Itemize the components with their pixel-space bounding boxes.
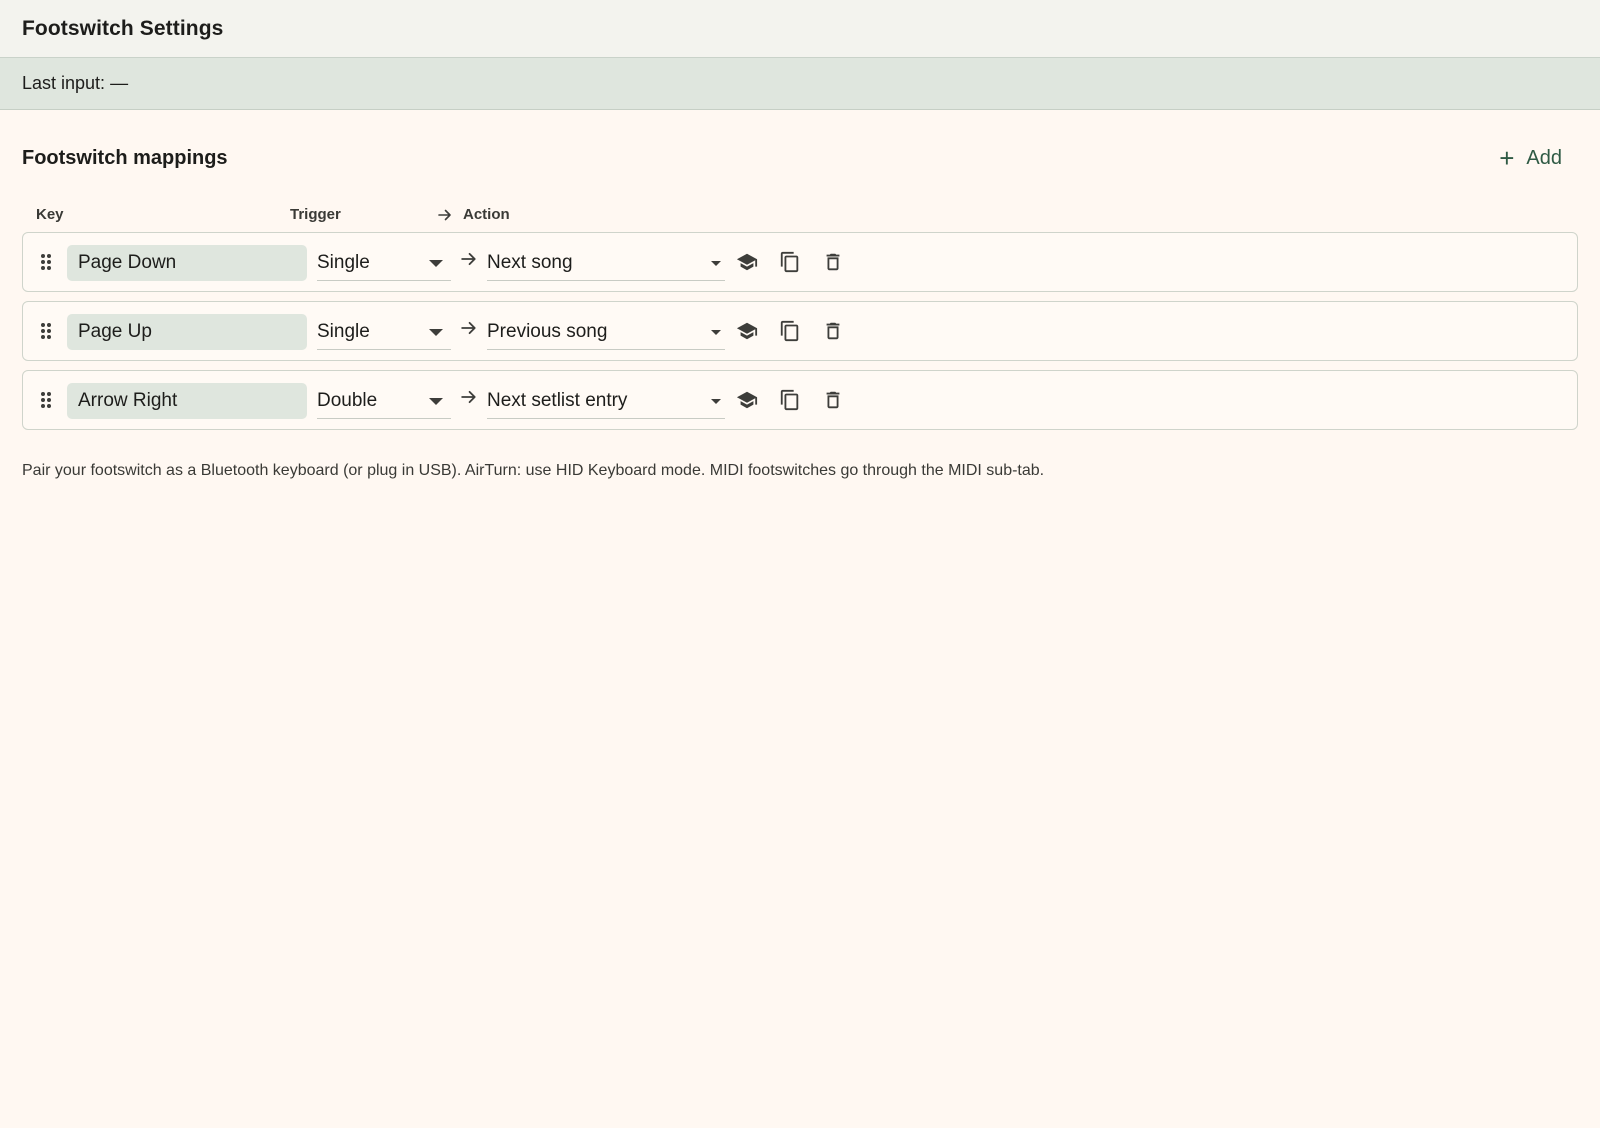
trigger-value: Double [317,390,378,411]
arrow-right-icon [438,206,452,227]
school-icon [736,322,758,340]
action-value: Next setlist entry [487,390,628,411]
drag-handle-icon[interactable] [39,322,53,340]
mapping-row: Page Up Single Previous song [22,301,1578,361]
chevron-down-icon [711,330,721,335]
trash-icon [826,322,840,340]
action-select[interactable]: Next song [487,245,725,281]
trigger-select[interactable]: Double [317,383,451,419]
trigger-select[interactable]: Single [317,314,451,350]
trash-icon [826,391,840,409]
school-icon [736,391,758,409]
arrow-right-icon [461,251,477,267]
section-title: Footswitch mappings [22,146,228,169]
chevron-down-icon [711,399,721,404]
duplicate-button[interactable] [779,251,801,273]
last-input-value: — [110,73,129,93]
main-content: Footswitch mappings + Add Key Trigger Ac… [0,110,1600,480]
arrow-right-icon [461,320,477,336]
action-value: Next song [487,252,573,273]
mapping-list: Page Down Single Next song Page Up Singl… [22,232,1578,430]
delete-button[interactable] [822,320,844,342]
plus-icon: + [1499,143,1515,173]
action-select[interactable]: Next setlist entry [487,383,725,419]
add-mapping-button[interactable]: + Add [1499,143,1562,173]
chevron-down-icon [429,260,443,267]
last-input-status: Last input: — [0,58,1600,110]
copy-icon [780,251,799,273]
chevron-down-icon [429,329,443,336]
key-field[interactable]: Page Up [67,314,307,350]
trigger-value: Single [317,252,370,273]
page-title: Footswitch Settings [22,16,224,40]
duplicate-button[interactable] [779,320,801,342]
key-field[interactable]: Arrow Right [67,383,307,419]
copy-icon [780,389,799,411]
trigger-value: Single [317,321,370,342]
drag-handle-icon[interactable] [39,391,53,409]
drag-handle-icon[interactable] [39,253,53,271]
copy-icon [780,320,799,342]
last-input-label: Last input: [22,73,106,93]
mapping-row: Page Down Single Next song [22,232,1578,292]
trigger-select[interactable]: Single [317,245,451,281]
arrow-right-icon [461,389,477,405]
mapping-row: Arrow Right Double Next setlist entry [22,370,1578,430]
duplicate-button[interactable] [779,389,801,411]
section-header: Footswitch mappings + Add [22,110,1578,206]
column-header-trigger: Trigger [290,206,341,223]
column-header-action: Action [463,206,510,223]
learn-key-button[interactable] [736,320,758,342]
learn-key-button[interactable] [736,251,758,273]
chevron-down-icon [711,261,721,266]
delete-button[interactable] [822,251,844,273]
column-headers: Key Trigger Action [22,206,1578,232]
chevron-down-icon [429,398,443,405]
help-text: Pair your footswitch as a Bluetooth keyb… [22,462,1045,479]
learn-key-button[interactable] [736,389,758,411]
school-icon [736,253,758,271]
delete-button[interactable] [822,389,844,411]
key-field[interactable]: Page Down [67,245,307,281]
trash-icon [826,253,840,271]
add-button-label: Add [1526,146,1562,169]
column-header-key: Key [36,206,64,223]
action-value: Previous song [487,321,608,342]
action-select[interactable]: Previous song [487,314,725,350]
title-bar: Footswitch Settings [0,0,1600,58]
